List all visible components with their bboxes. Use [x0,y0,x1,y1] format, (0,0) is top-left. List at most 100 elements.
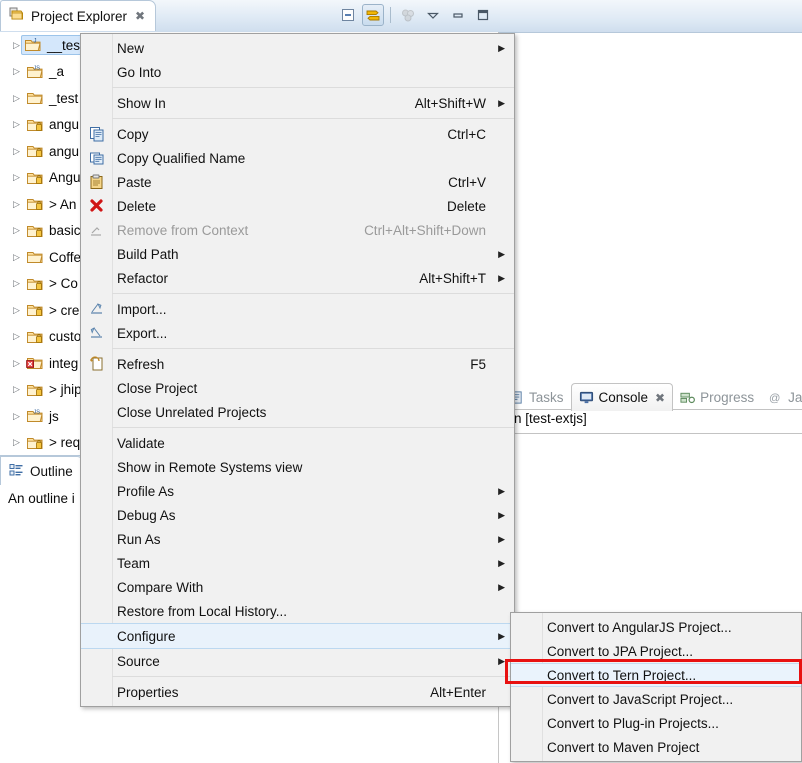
menu-item-run-as[interactable]: Run As▶ [81,527,514,551]
menu-item-source[interactable]: Source▶ [81,649,514,673]
expand-arrow-icon[interactable]: ▷ [10,331,23,342]
submenu-arrow-icon: ▶ [496,43,505,54]
submenu-item-convert-to-javascript-project[interactable]: Convert to JavaScript Project... [511,687,801,711]
tree-item-content: J__tes [21,35,85,55]
menu-item-label: New [117,41,486,56]
menu-item-profile-as[interactable]: Profile As▶ [81,479,514,503]
menu-item-compare-with[interactable]: Compare With▶ [81,575,514,599]
expand-arrow-icon[interactable]: ▷ [10,225,23,236]
menu-item-remove-from-context: Remove from ContextCtrl+Alt+Shift+Down▶ [81,218,514,242]
tab-progress[interactable]: Progress [673,383,761,411]
focus-on-button[interactable] [397,4,419,26]
no-icon [88,653,106,669]
menu-item-refactor[interactable]: RefactorAlt+Shift+T▶ [81,266,514,290]
menu-separator [112,87,514,88]
tab-project-explorer[interactable]: Project Explorer ✖ [0,0,156,31]
expand-arrow-icon[interactable]: ▷ [10,119,23,130]
tab-jav[interactable]: @Jav [761,383,802,411]
folder-locked-icon [26,276,44,292]
expand-arrow-icon[interactable]: ▷ [10,358,23,369]
paste-icon [88,174,106,190]
menu-item-close-unrelated-projects[interactable]: Close Unrelated Projects▶ [81,400,514,424]
maximize-button[interactable] [472,4,494,26]
menu-item-team[interactable]: Team▶ [81,551,514,575]
expand-arrow-icon[interactable]: ▷ [10,66,23,77]
no-icon [88,603,106,619]
tab-console[interactable]: Console ✖ [571,383,674,411]
submenu-item-convert-to-angularjs-project[interactable]: Convert to AngularJS Project... [511,615,801,639]
menu-item-label: Copy Qualified Name [117,151,486,166]
menu-item-copy[interactable]: CopyCtrl+C▶ [81,122,514,146]
menu-item-label: Team [117,556,486,571]
folder-open-icon [26,249,44,265]
menu-item-show-in[interactable]: Show InAlt+Shift+W▶ [81,91,514,115]
collapse-all-button[interactable] [337,4,359,26]
tab-label: Tasks [529,390,564,405]
project-context-menu[interactable]: New ▶ Go Into▶ Show InAlt+Shift+W▶ CopyCtrl+… [80,33,515,707]
menu-item-paste[interactable]: PasteCtrl+V▶ [81,170,514,194]
refresh-icon [88,356,106,372]
menu-item-build-path[interactable]: Build Path▶ [81,242,514,266]
expand-arrow-icon[interactable]: ▷ [10,278,23,289]
expand-arrow-icon[interactable]: ▷ [10,411,23,422]
expand-arrow-icon[interactable]: ▷ [10,384,23,395]
folder-locked-icon [26,435,44,451]
menu-item-new[interactable]: New ▶ [81,36,514,60]
tab-outline[interactable]: Outline [0,456,84,485]
menu-separator [112,348,514,349]
folder-error-icon [26,355,44,371]
menu-item-close-project[interactable]: Close Project▶ [81,376,514,400]
close-icon[interactable]: ✖ [655,392,665,404]
no-icon [88,380,106,396]
menu-item-refresh[interactable]: RefreshF5▶ [81,352,514,376]
arrow-placeholder: ▶ [496,304,505,315]
tree-item-content: > cre [23,300,84,320]
minimize-button[interactable] [447,4,469,26]
menu-item-configure[interactable]: Configure▶ [81,623,514,649]
tab-label: Outline [30,464,73,479]
close-icon[interactable]: ✖ [135,10,145,22]
expand-arrow-icon[interactable]: ▷ [10,437,23,448]
submenu-item-convert-to-plug-in-projects[interactable]: Convert to Plug-in Projects... [511,711,801,735]
tab-label: Console [599,390,649,405]
expand-arrow-icon[interactable]: ▷ [10,93,23,104]
menu-item-debug-as[interactable]: Debug As▶ [81,503,514,527]
tab-label: Project Explorer [31,9,127,24]
menu-item-restore-from-local-history[interactable]: Restore from Local History...▶ [81,599,514,623]
folder-locked-icon [26,196,44,212]
tree-item-label: _a [49,64,64,79]
submenu-item-convert-to-maven-project[interactable]: Convert to Maven Project [511,735,801,759]
menu-item-properties[interactable]: PropertiesAlt+Enter▶ [81,680,514,704]
expand-arrow-icon[interactable]: ▷ [10,172,23,183]
no-icon [88,628,106,644]
link-with-editor-button[interactable] [362,4,384,26]
menu-item-validate[interactable]: Validate▶ [81,431,514,455]
submenu-item-convert-to-tern-project[interactable]: Convert to Tern Project... [511,663,801,687]
expand-arrow-icon[interactable]: ▷ [10,199,23,210]
submenu-item-label: Convert to Maven Project [547,740,699,755]
import-icon [88,301,106,317]
view-menu-button[interactable] [422,4,444,26]
tree-item-label: Coffe [49,250,81,265]
export-icon [88,325,106,341]
expand-arrow-icon[interactable]: ▷ [10,305,23,316]
menu-item-label: Refresh [117,357,456,372]
menu-item-delete[interactable]: DeleteDelete▶ [81,194,514,218]
menu-item-show-in-remote-systems-view[interactable]: Show in Remote Systems view▶ [81,455,514,479]
menu-item-label: Configure [117,629,486,644]
expand-arrow-icon[interactable]: ▷ [10,146,23,157]
menu-item-copy-qualified-name[interactable]: Copy Qualified Name▶ [81,146,514,170]
no-icon [88,579,106,595]
menu-item-go-into[interactable]: Go Into▶ [81,60,514,84]
submenu-item-convert-to-jpa-project[interactable]: Convert to JPA Project... [511,639,801,663]
expand-arrow-icon[interactable]: ▷ [10,252,23,263]
tree-item-label: angu [49,117,79,132]
submenu-arrow-icon: ▶ [496,510,505,521]
menu-item-label: Refactor [117,271,405,286]
menu-item-import[interactable]: Import...▶ [81,297,514,321]
submenu-arrow-icon: ▶ [496,656,505,667]
menu-item-export[interactable]: Export...▶ [81,321,514,345]
menu-item-shortcut: F5 [470,357,486,372]
tree-item-label: js [49,409,59,424]
configure-submenu[interactable]: Convert to AngularJS Project...Convert t… [510,612,802,762]
